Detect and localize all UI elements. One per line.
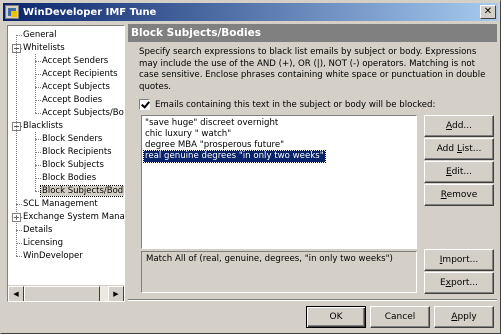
- tree-item[interactable]: Block Recipients: [41, 146, 113, 158]
- match-description: Match All of (real, genuine, degrees, "i…: [141, 251, 417, 293]
- tree-item[interactable]: Exchange System Manag: [22, 211, 124, 223]
- tree-item[interactable]: Block Senders: [41, 133, 103, 145]
- tree-item-label: WinDeveloper: [23, 251, 83, 261]
- expression-list[interactable]: "save huge" discreet overnight chic luxur…: [141, 115, 417, 249]
- arrow-right-icon: ▶: [113, 290, 119, 298]
- tree-item[interactable]: Licensing: [22, 237, 64, 249]
- tree-items: General Whitelists − Accept Senders Accept R…: [8, 26, 124, 284]
- tree-item[interactable]: Block Subjects: [41, 159, 105, 171]
- expression-item[interactable]: chic luxury " watch": [144, 129, 232, 140]
- app-icon: [5, 5, 19, 19]
- scroll-right-button[interactable]: ▶: [108, 286, 124, 301]
- arrow-left-icon: ◀: [13, 290, 19, 298]
- tree-item-label: Accept Subjects: [42, 82, 110, 92]
- tree-item[interactable]: Accept Senders: [41, 55, 109, 67]
- tree-item-label: Block Recipients: [42, 147, 112, 157]
- tree-item-label: General: [23, 30, 57, 40]
- tree-item[interactable]: Accept Recipients: [41, 68, 119, 80]
- add-list-button[interactable]: Add List...: [424, 138, 494, 160]
- tree-item[interactable]: Accept Subjects/Bodie: [41, 107, 124, 119]
- tree-root-line: [16, 35, 17, 256]
- expression-item[interactable]: real genuine degrees "in only two weeks": [143, 150, 326, 163]
- apply-button[interactable]: Apply: [434, 306, 494, 328]
- tree-item-label: Block Bodies: [42, 173, 97, 183]
- button-separator: [128, 299, 497, 301]
- export-button[interactable]: Export...: [424, 272, 494, 294]
- tree-horizontal-scrollbar[interactable]: ◀ ▶: [8, 285, 124, 301]
- tree-item-label: Whitelists: [23, 43, 65, 53]
- tree-item-label: Accept Recipients: [42, 69, 118, 79]
- close-button[interactable]: ✕: [480, 5, 496, 19]
- edit-button[interactable]: Edit...: [424, 161, 494, 183]
- ok-button[interactable]: OK: [306, 306, 366, 328]
- tree-item[interactable]: Details: [22, 224, 53, 236]
- tree-item-label: SCL Management: [23, 199, 98, 209]
- expression-item[interactable]: "save huge" discreet overnight: [144, 118, 279, 129]
- remove-button[interactable]: Remove: [424, 184, 494, 206]
- tree-item[interactable]: WinDeveloper: [22, 250, 84, 262]
- tree-item-label: Licensing: [23, 238, 63, 248]
- tree-item-label: Details: [23, 225, 53, 235]
- expression-item[interactable]: degree MBA "prosperous future": [144, 140, 285, 151]
- panel-description: Specify search expressions to black list…: [139, 47, 486, 92]
- tree-item-label: Block Subjects/Bodies: [39, 185, 124, 197]
- window-title: WinDeveloper IMF Tune: [23, 6, 157, 18]
- tree-item-label: Exchange System Manag: [23, 212, 124, 222]
- block-checkbox-row[interactable]: Emails containing this text in the subje…: [139, 99, 435, 110]
- cancel-button[interactable]: Cancel: [370, 306, 430, 328]
- import-button[interactable]: Import...: [424, 249, 494, 271]
- tree-item-label: Accept Bodies: [42, 95, 103, 105]
- tree-item-label: Blacklists: [23, 121, 63, 131]
- tree-item-label: Accept Subjects/Bodie: [42, 108, 124, 118]
- tree-item[interactable]: Block Subjects/Bodies: [39, 185, 124, 197]
- tree-item[interactable]: Block Bodies: [41, 172, 97, 184]
- tree-item[interactable]: Whitelists: [22, 42, 66, 54]
- tree-item-label: Accept Senders: [42, 56, 109, 66]
- tree-branch-line: [35, 132, 36, 191]
- tree-item[interactable]: Accept Bodies: [41, 94, 103, 106]
- tree-item-label: Block Senders: [42, 134, 103, 144]
- block-checkbox[interactable]: [139, 99, 150, 110]
- navigation-tree: General Whitelists − Accept Senders Accept R…: [7, 25, 125, 302]
- tree-item[interactable]: General: [22, 29, 58, 41]
- scroll-left-button[interactable]: ◀: [8, 286, 24, 301]
- panel-title: Block Subjects/Bodies: [128, 24, 497, 42]
- close-icon: ✕: [483, 6, 493, 17]
- tree-item-label: Block Subjects: [42, 160, 104, 170]
- tree-branch-line: [35, 54, 36, 113]
- main-window: WinDeveloper IMF Tune ✕ General Whitelist…: [0, 0, 501, 334]
- add-button[interactable]: Add...: [424, 115, 494, 137]
- tree-item[interactable]: SCL Management: [22, 198, 99, 210]
- tree-item[interactable]: Accept Subjects: [41, 81, 111, 93]
- block-checkbox-label[interactable]: Emails containing this text in the subje…: [155, 100, 435, 110]
- title-bar[interactable]: WinDeveloper IMF Tune ✕: [3, 3, 498, 21]
- scroll-thumb[interactable]: [24, 286, 100, 301]
- tree-item[interactable]: Blacklists: [22, 120, 64, 132]
